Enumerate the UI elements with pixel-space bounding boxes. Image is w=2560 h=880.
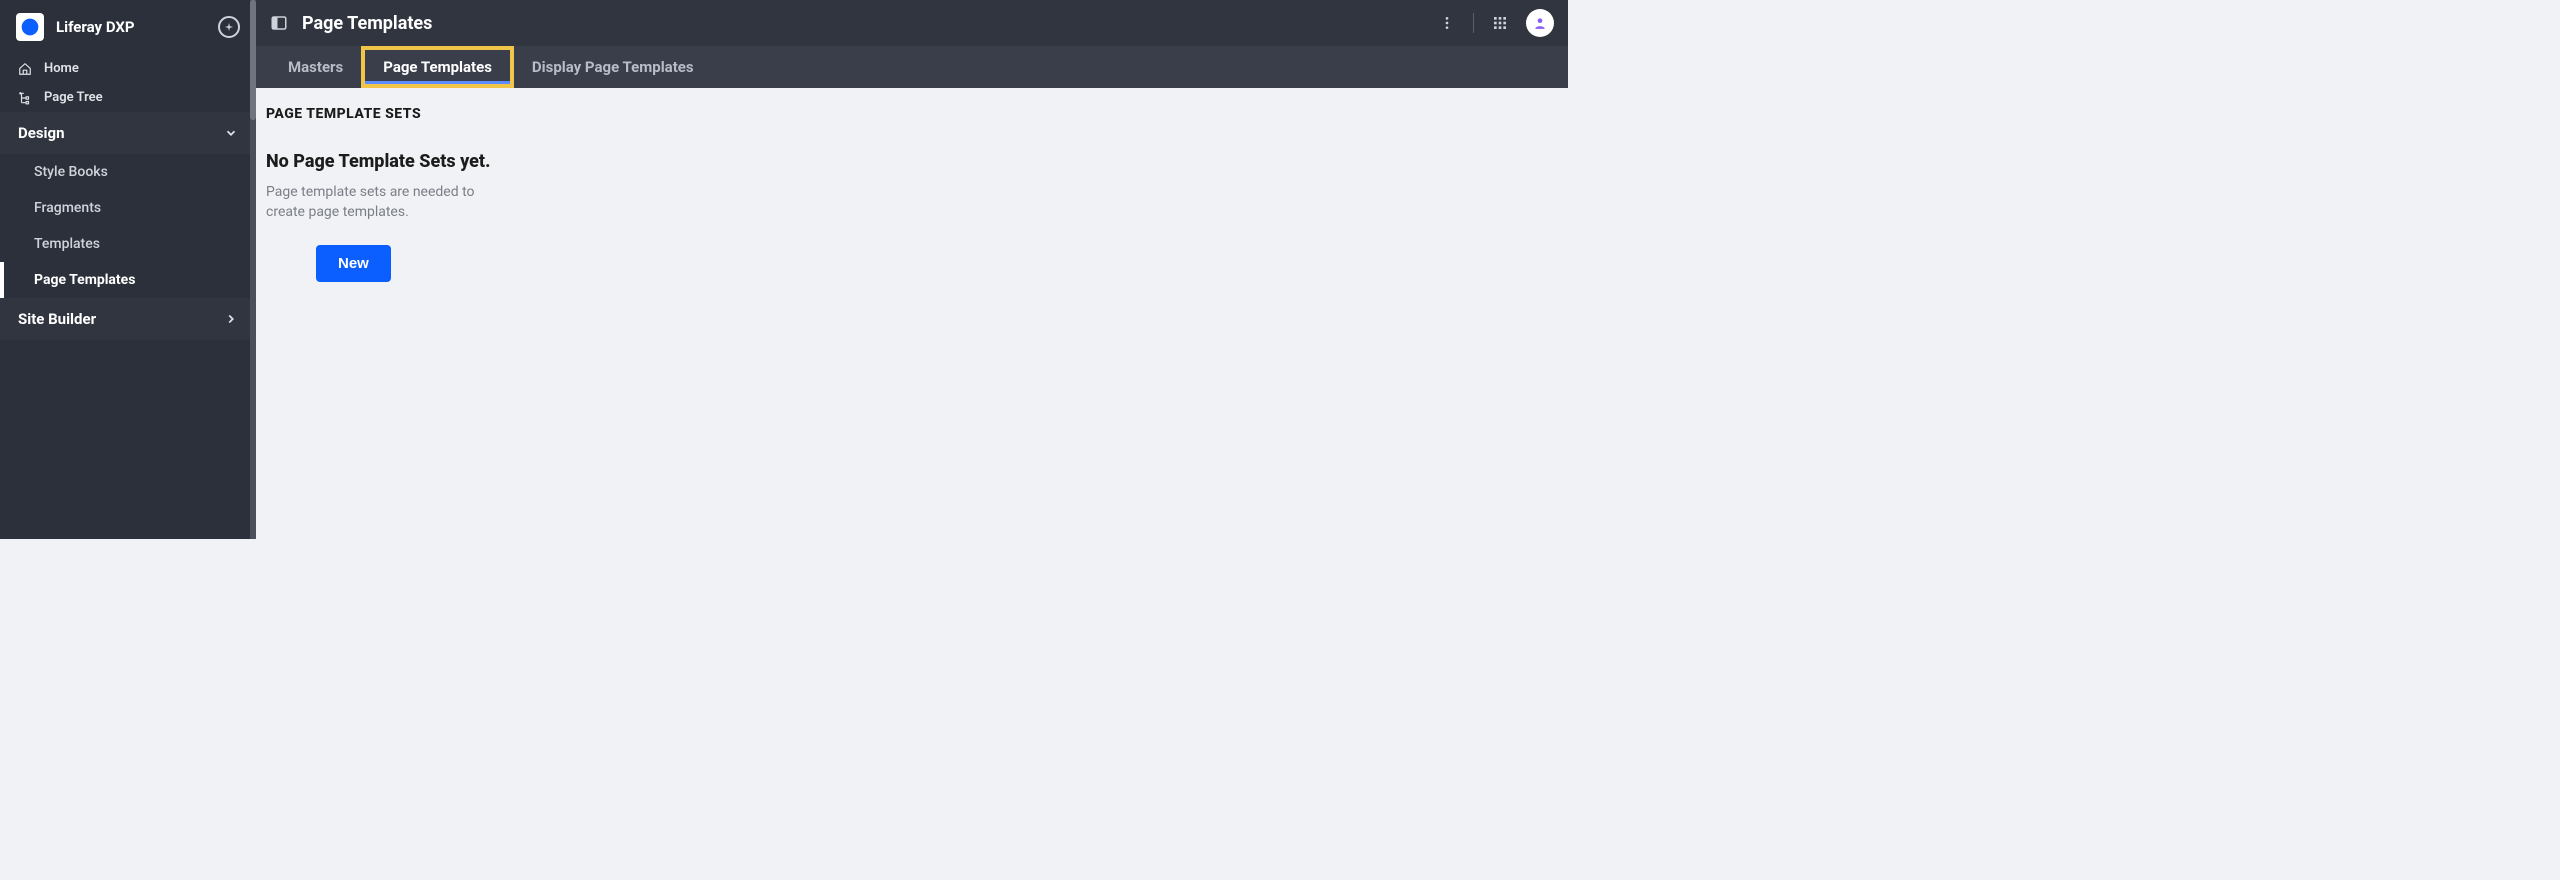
tab-page-templates[interactable]: Page Templates: [361, 46, 514, 88]
sidebar-item-fragments[interactable]: Fragments: [0, 190, 256, 226]
kebab-menu-icon[interactable]: [1435, 11, 1459, 35]
sidebar-item-label: Style Books: [34, 164, 108, 180]
brand-header: Liferay DXP: [0, 0, 256, 54]
content-area: PAGE TEMPLATE SETS No Page Template Sets…: [256, 88, 1568, 539]
sidebar-section-site-builder[interactable]: Site Builder: [0, 298, 256, 340]
chevron-down-icon: [224, 126, 238, 140]
page-title: Page Templates: [302, 13, 432, 34]
tree-icon: [18, 91, 32, 105]
compass-icon[interactable]: [218, 16, 240, 38]
apps-grid-icon[interactable]: [1488, 11, 1512, 35]
tab-label: Page Templates: [383, 58, 492, 76]
main: Page Templates Masters Page Templates Di…: [256, 0, 1568, 539]
sidebar-item-label: Templates: [34, 236, 100, 252]
chevron-right-icon: [224, 312, 238, 326]
sidebar-item-templates[interactable]: Templates: [0, 226, 256, 262]
sidebar-section-design[interactable]: Design: [0, 112, 256, 154]
brand-logo: [16, 13, 44, 41]
sidebar-item-label: Page Templates: [34, 272, 135, 288]
sidebar: Liferay DXP Home Page Tree Design Style …: [0, 0, 256, 539]
user-avatar[interactable]: [1526, 9, 1554, 37]
home-icon: [18, 62, 32, 76]
sidebar-item-label: Fragments: [34, 200, 101, 216]
tab-label: Display Page Templates: [532, 58, 694, 76]
tabbar: Masters Page Templates Display Page Temp…: [256, 46, 1568, 88]
sidebar-nav-home[interactable]: Home: [0, 54, 256, 83]
sidebar-item-style-books[interactable]: Style Books: [0, 154, 256, 190]
section-title: PAGE TEMPLATE SETS: [266, 106, 1558, 122]
liferay-icon: [20, 17, 40, 37]
sidebar-nav-label: Home: [44, 61, 79, 76]
sidebar-nav-label: Page Tree: [44, 90, 103, 105]
empty-state: No Page Template Sets yet. Page template…: [266, 150, 496, 282]
empty-title: No Page Template Sets yet.: [266, 150, 496, 173]
tab-masters[interactable]: Masters: [270, 46, 361, 88]
sidebar-section-label: Site Builder: [18, 310, 96, 328]
empty-description: Page template sets are needed to create …: [266, 183, 496, 222]
topbar: Page Templates: [256, 0, 1568, 46]
sidebar-nav-page-tree[interactable]: Page Tree: [0, 83, 256, 112]
sidebar-item-page-templates[interactable]: Page Templates: [0, 262, 256, 298]
user-icon: [1533, 16, 1547, 30]
panel-toggle-icon[interactable]: [270, 14, 288, 32]
topbar-divider: [1473, 13, 1474, 33]
tab-display-page-templates[interactable]: Display Page Templates: [514, 46, 712, 88]
tab-label: Masters: [288, 58, 343, 76]
new-button[interactable]: New: [316, 245, 391, 282]
sidebar-section-label: Design: [18, 124, 65, 142]
brand-title: Liferay DXP: [56, 18, 206, 36]
